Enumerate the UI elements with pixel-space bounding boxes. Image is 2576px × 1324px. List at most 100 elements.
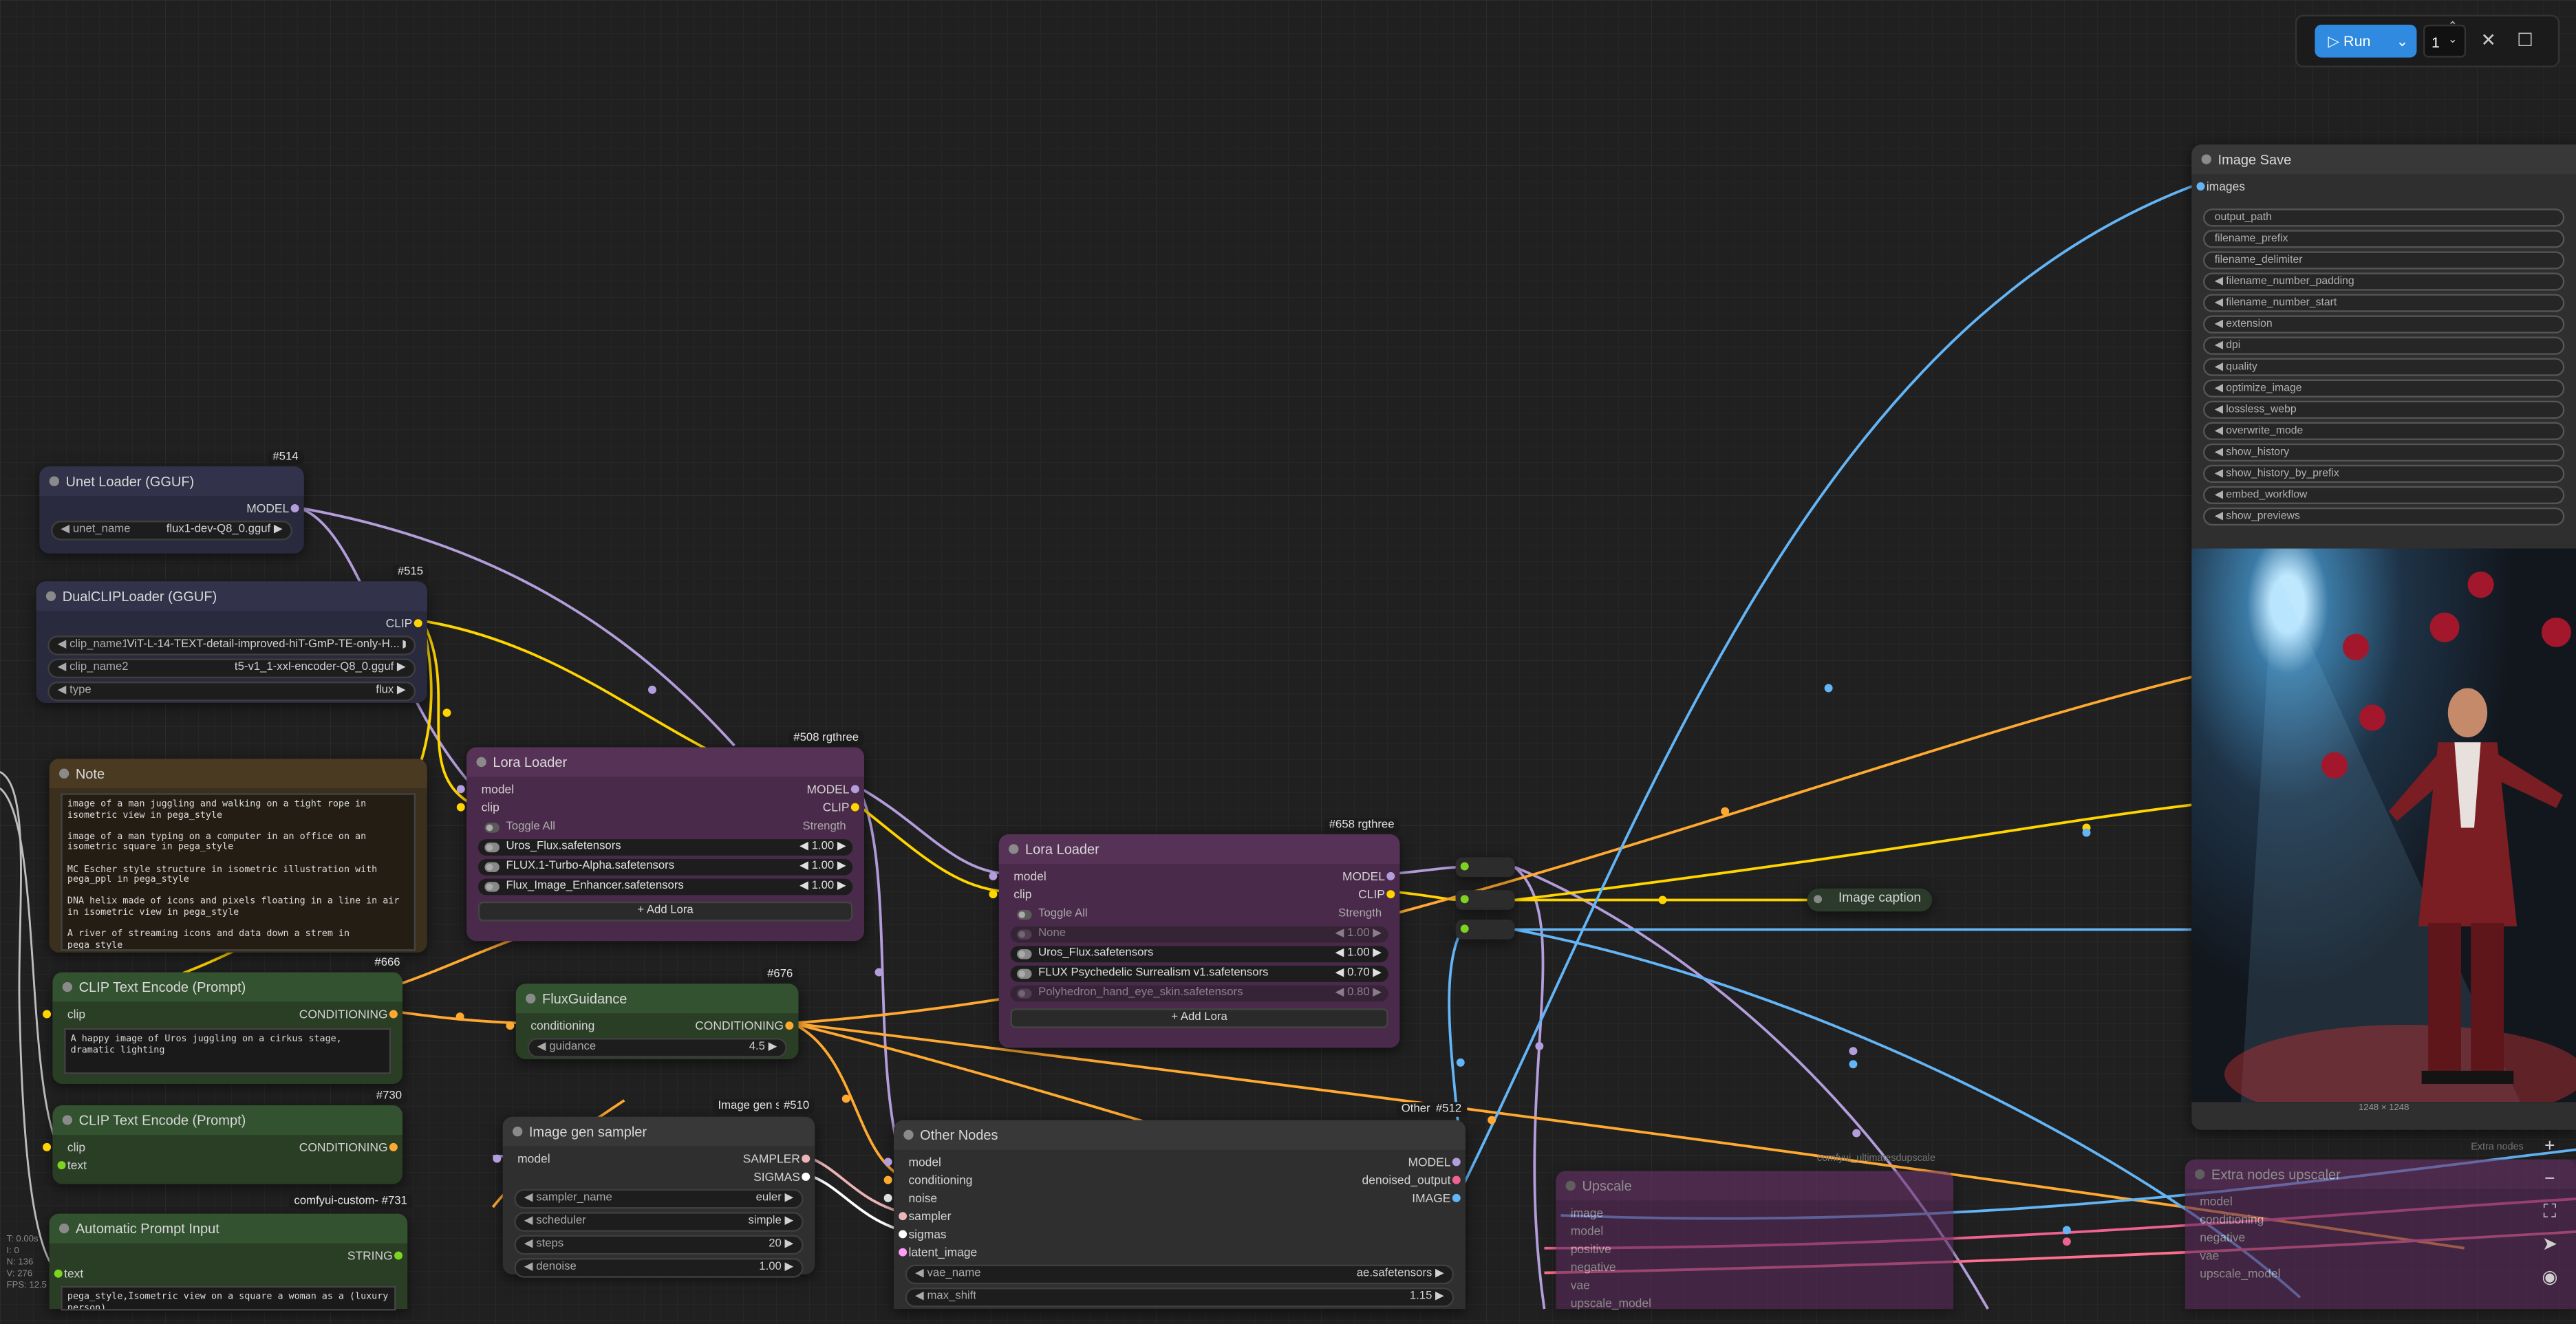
node-header[interactable]: CLIP Text Encode (Prompt) — [52, 1105, 403, 1135]
output-clip[interactable]: CLIP — [1358, 885, 1399, 903]
input-clip[interactable]: clip — [989, 885, 1031, 903]
vae-name-widget[interactable]: ◀ vae_name ae.safetensors ▶ — [905, 1264, 1455, 1285]
unet-loader-node[interactable]: Unet Loader (GGUF) MODEL ◀ unet_name flux… — [39, 466, 304, 554]
node-header[interactable]: Extra nodes upscaler — [2185, 1159, 2576, 1189]
flux-guidance-node[interactable]: FluxGuidance conditioning CONDITIONING ◀ … — [506, 984, 799, 1060]
node-header[interactable]: Other Nodes — [893, 1120, 1466, 1150]
reroute-node[interactable] — [1455, 890, 1515, 910]
toggle-icon[interactable] — [1017, 909, 1032, 920]
preview-image[interactable] — [2191, 548, 2576, 1103]
overwrite-mode-field[interactable]: ◀ overwrite_mode — [2203, 422, 2565, 440]
node-header[interactable]: Image gen sampler — [502, 1116, 815, 1147]
input-model[interactable]: model — [456, 780, 514, 798]
input-noise[interactable]: noise — [883, 1189, 937, 1207]
add-lora-button[interactable]: + Add Lora — [477, 901, 853, 922]
clip-text-encode-node[interactable]: CLIP Text Encode (Prompt) clip CONDITIONI… — [43, 1105, 403, 1184]
prompt-text[interactable]: pega_style,Isometric view on a square a … — [61, 1285, 396, 1311]
node-header[interactable]: Upscale — [1556, 1171, 1954, 1201]
toggle-icon[interactable] — [1017, 949, 1032, 959]
output-sigmas[interactable]: SIGMAS — [503, 1168, 815, 1186]
graph-canvas[interactable]: #514 Unet Loader (GGUF) MODEL ◀ unet_nam… — [0, 0, 2576, 1312]
zoom-in-icon[interactable]: + — [2532, 1130, 2568, 1163]
output-model[interactable]: MODEL — [1408, 1153, 1465, 1171]
sampler-name-widget[interactable]: ◀ sampler_name euler ▶ — [514, 1189, 804, 1209]
embed-workflow-field[interactable]: ◀ embed_workflow — [2203, 486, 2565, 505]
scheduler-widget[interactable]: ◀ scheduler simple ▶ — [514, 1212, 804, 1232]
toggle-all-row[interactable]: Toggle All Strength — [1010, 907, 1388, 923]
input-conditioning[interactable]: conditioning — [2185, 1211, 2576, 1228]
chevron-down-icon[interactable]: ⌄ — [2396, 25, 2408, 58]
eye-icon[interactable]: ◉ — [2532, 1261, 2568, 1294]
clip-name2-widget[interactable]: ◀ clip_name2 t5-v1_1-xxl-encoder-Q8_0.ggu… — [47, 658, 416, 679]
input-image[interactable]: image — [1556, 1204, 1953, 1222]
image-caption-node[interactable]: Image caption — [1807, 888, 1933, 912]
output-clip[interactable]: CLIP — [36, 614, 427, 632]
stepper-icon[interactable]: ⌃ ⌄ — [2448, 21, 2458, 47]
filename-number-start-field[interactable]: ◀ filename_number_start — [2203, 294, 2565, 312]
input-conditioning[interactable]: conditioning — [883, 1171, 972, 1189]
toggle-all-row[interactable]: Toggle All Strength — [478, 820, 852, 836]
input-model[interactable]: model — [1556, 1222, 1953, 1240]
node-header[interactable]: Image Save — [2191, 144, 2576, 175]
input-clip[interactable]: clip — [43, 1005, 85, 1023]
node-header[interactable]: CLIP Text Encode (Prompt) — [52, 972, 403, 1002]
output-model[interactable]: MODEL — [39, 499, 303, 517]
lossless-webp-field[interactable]: ◀ lossless_webp — [2203, 400, 2565, 419]
upscale-node[interactable]: Upscale image model positive negative va… — [1556, 1171, 1954, 1312]
show-history-field[interactable]: ◀ show_history — [2203, 443, 2565, 462]
quality-field[interactable]: ◀ quality — [2203, 358, 2565, 376]
toggle-icon[interactable] — [484, 862, 500, 872]
node-header[interactable]: Lora Loader — [998, 834, 1400, 864]
input-latent-image[interactable]: latent_image — [894, 1244, 1466, 1261]
input-negative[interactable]: negative — [1556, 1258, 1953, 1276]
node-header[interactable]: Automatic Prompt Input — [49, 1213, 408, 1244]
output-image[interactable]: IMAGE — [1412, 1189, 1466, 1207]
output-sampler[interactable]: SAMPLER — [743, 1149, 815, 1167]
input-sampler[interactable]: sampler — [894, 1207, 1466, 1225]
pointer-icon[interactable]: ➤ — [2532, 1228, 2568, 1261]
run-button[interactable]: ▷ Run ⌄ — [2315, 24, 2417, 58]
type-widget[interactable]: ◀ type flux ▶ — [47, 681, 416, 702]
node-header[interactable]: DualCLIPLoader (GGUF) — [36, 581, 427, 611]
denoise-widget[interactable]: ◀ denoise 1.00 ▶ — [514, 1258, 804, 1278]
input-clip[interactable]: clip — [43, 1138, 85, 1156]
output-model[interactable]: MODEL — [807, 780, 864, 798]
node-header[interactable]: FluxGuidance — [515, 984, 799, 1014]
toggle-icon[interactable] — [1017, 968, 1032, 979]
lora-row[interactable]: FLUX Psychedelic Surrealism v1.safetenso… — [1010, 966, 1388, 982]
node-header[interactable]: Lora Loader — [466, 747, 864, 777]
toggle-icon[interactable] — [484, 823, 500, 833]
input-conditioning[interactable]: conditioning — [506, 1017, 594, 1034]
output-conditioning[interactable]: CONDITIONING — [695, 1017, 798, 1034]
input-clip[interactable]: clip — [456, 798, 500, 816]
filename-delimiter-field[interactable]: filename_delimiter — [2203, 251, 2565, 270]
note-text[interactable]: image of a man juggling and walking on a… — [61, 793, 416, 951]
lora-row[interactable]: Polyhedron_hand_eye_skin.safetensors ◀ 0.… — [1010, 985, 1388, 1002]
toggle-icon[interactable] — [484, 842, 500, 853]
lora-loader-node[interactable]: Lora Loader model MODEL clip CLIP Toggle A… — [989, 834, 1400, 1048]
lora-loader-node[interactable]: Lora Loader model MODEL clip CLIP Toggle A… — [456, 747, 864, 942]
lora-row[interactable]: None ◀ 1.00 ▶ — [1010, 926, 1388, 943]
input-vae[interactable]: vae — [1556, 1276, 1953, 1294]
unet-name-widget[interactable]: ◀ unet_name flux1-dev-Q8_0.gguf ▶ — [51, 520, 293, 541]
other-nodes-node[interactable]: Other Nodes model MODEL conditioning denoi… — [883, 1120, 1466, 1310]
reroute-node[interactable] — [1455, 857, 1515, 878]
input-model[interactable]: model — [883, 1153, 941, 1171]
fit-view-icon[interactable]: ⛶ — [2532, 1195, 2568, 1228]
max-shift-widget[interactable]: ◀ max_shift 1.15 ▶ — [905, 1288, 1455, 1307]
batch-count-input[interactable]: 1 — [2423, 24, 2467, 58]
show-previews-field[interactable]: ◀ show_previews — [2203, 507, 2565, 526]
input-upscale-model[interactable]: upscale_model — [1556, 1294, 1953, 1312]
image-save-node[interactable]: Image Save images output_path filename_p… — [2191, 144, 2576, 1130]
maximize-icon[interactable]: ☐ — [2517, 25, 2533, 58]
input-model[interactable]: model — [493, 1149, 550, 1167]
guidance-widget[interactable]: ◀ guidance 4.5 ▶ — [527, 1038, 787, 1058]
note-node[interactable]: Note image of a man juggling and walking… — [49, 759, 427, 953]
input-text[interactable]: text — [52, 1156, 402, 1174]
zoom-out-icon[interactable]: − — [2532, 1163, 2568, 1196]
input-images[interactable]: images — [2191, 177, 2576, 195]
input-upscale-model[interactable]: upscale_model — [2185, 1265, 2576, 1283]
output-path-field[interactable]: output_path — [2203, 208, 2565, 227]
lora-row[interactable]: Flux_Image_Enhancer.safetensors ◀ 1.00 ▶ — [477, 878, 853, 896]
add-lora-button[interactable]: + Add Lora — [1010, 1008, 1388, 1028]
